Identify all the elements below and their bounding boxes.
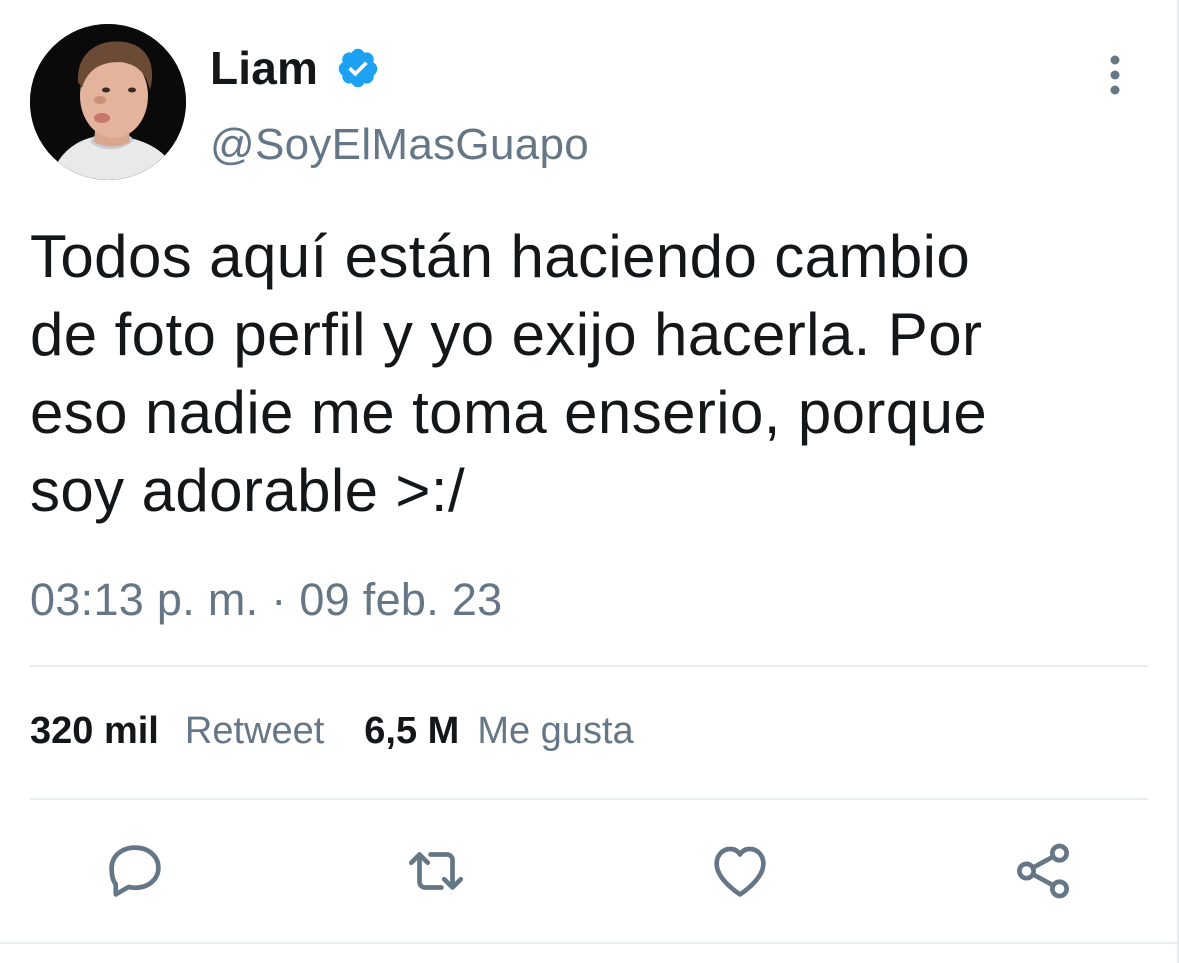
verified-badge-icon: [336, 46, 380, 90]
reply-icon: [109, 845, 161, 897]
retweets-label[interactable]: Retweet: [185, 710, 324, 753]
tweet-stats: 320 mil Retweet 6,5 M Me gusta: [30, 710, 634, 753]
tweet-text: Todos aquí están haciendo cambio de foto…: [30, 223, 988, 524]
tweet-detail: Liam @SoyElMasGuapo Todos aquí están hac…: [0, 0, 1179, 963]
likes-count[interactable]: 6,5 M: [364, 710, 459, 753]
retweets-count[interactable]: 320 mil: [30, 710, 159, 753]
avatar[interactable]: [30, 24, 186, 180]
tweet-timestamp[interactable]: 03:13 p. m. · 09 feb. 23: [30, 574, 503, 626]
more-options-icon[interactable]: [1100, 52, 1130, 98]
like-button[interactable]: [707, 838, 773, 904]
divider: [30, 798, 1148, 800]
author-handle[interactable]: @SoyElMasGuapo: [210, 120, 589, 170]
avatar-image: [30, 24, 186, 180]
likes-label[interactable]: Me gusta: [477, 710, 633, 753]
divider: [30, 665, 1148, 667]
share-button[interactable]: [1010, 838, 1076, 904]
retweet-button[interactable]: [403, 838, 469, 904]
divider: [0, 942, 1179, 944]
share-icon: [1017, 843, 1069, 899]
author-display-name[interactable]: Liam: [210, 41, 318, 95]
heart-icon: [714, 846, 766, 897]
retweet-icon: [408, 852, 464, 890]
author-name-row[interactable]: Liam: [210, 40, 380, 96]
reply-button[interactable]: [102, 838, 168, 904]
